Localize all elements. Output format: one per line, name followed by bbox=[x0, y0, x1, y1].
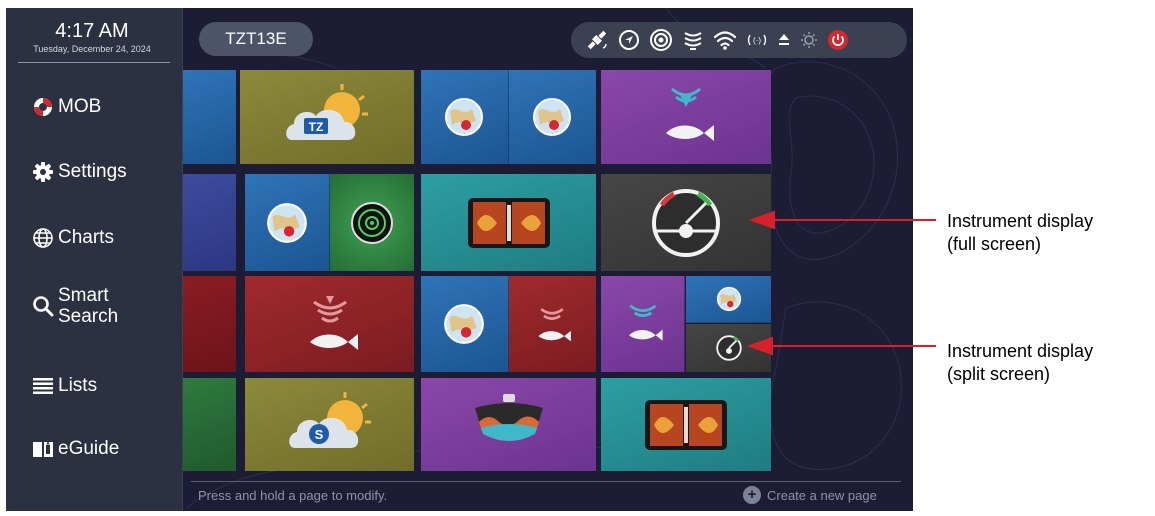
clock: 4:17 AM Tuesday, December 24, 2024 bbox=[6, 20, 178, 54]
sidebar-item-label: eGuide bbox=[58, 438, 120, 459]
brightness-icon bbox=[800, 31, 818, 49]
page-tile[interactable] bbox=[183, 70, 236, 164]
sidebar-item-label: Search bbox=[58, 306, 119, 327]
globe-icon bbox=[32, 227, 54, 249]
fish-finder-icon bbox=[682, 29, 704, 51]
plus-icon: + bbox=[743, 486, 761, 504]
sidebar-item-label: MOB bbox=[58, 96, 102, 117]
navigation-icon bbox=[618, 29, 640, 51]
satellite-icon bbox=[585, 28, 609, 52]
chart-icon bbox=[533, 98, 572, 136]
svg-text:TZ: TZ bbox=[309, 120, 324, 134]
lifebuoy-icon bbox=[32, 96, 54, 118]
device-screen: TZ S 4:17 AM Tuesday, December 24, 2024 … bbox=[6, 8, 913, 511]
callout-line: Instrument display bbox=[947, 211, 1094, 231]
svg-text:(·): (·) bbox=[753, 36, 761, 45]
gear-icon bbox=[32, 161, 54, 183]
timezero-app-icon: TZ bbox=[286, 84, 368, 140]
sidebar-item-settings[interactable]: Settings bbox=[32, 161, 127, 183]
fish-finder-icon bbox=[309, 296, 358, 350]
page-tile-chart-radar[interactable] bbox=[245, 174, 414, 271]
callout-instrument-full: Instrument display (full screen) bbox=[947, 210, 1093, 256]
page-tile-smart-app[interactable]: S bbox=[245, 378, 414, 471]
create-page-button[interactable]: + Create a new page bbox=[743, 486, 877, 504]
sidebar-item-label: Lists bbox=[58, 375, 98, 396]
chart-icon bbox=[444, 304, 485, 344]
create-page-label: Create a new page bbox=[767, 487, 877, 503]
sidebar: 4:17 AM Tuesday, December 24, 2024 MOB S… bbox=[6, 8, 183, 511]
connection-icon bbox=[777, 32, 791, 48]
sidebar-item-label: Smart bbox=[58, 285, 109, 306]
callout-line: (full screen) bbox=[947, 234, 1042, 254]
page-tile-sonar[interactable] bbox=[421, 174, 596, 271]
sidebar-item-lists[interactable]: Lists bbox=[32, 375, 97, 397]
callout-line: (split screen) bbox=[947, 364, 1051, 384]
page-tile[interactable] bbox=[183, 378, 236, 471]
sidebar-item-label: Charts bbox=[58, 227, 114, 248]
sonar-icon bbox=[645, 399, 727, 450]
list-icon bbox=[32, 375, 54, 397]
sidebar-item-smart-search[interactable]: Smart Search bbox=[32, 285, 118, 327]
sidebar-item-eguide[interactable]: eGuide bbox=[32, 438, 119, 460]
sidebar-item-mob[interactable]: MOB bbox=[32, 96, 101, 118]
search-icon bbox=[32, 295, 54, 317]
svg-text:S: S bbox=[314, 427, 323, 442]
page-tile-dual-chart[interactable] bbox=[421, 70, 596, 164]
sidebar-item-label: Settings bbox=[58, 161, 127, 182]
smart-app-icon: S bbox=[288, 391, 371, 448]
signal-icon: (·) bbox=[746, 33, 768, 47]
fish-finder-icon bbox=[538, 308, 572, 342]
radar-icon bbox=[350, 201, 393, 244]
chart-icon bbox=[716, 286, 741, 312]
callout-line: Instrument display bbox=[947, 341, 1094, 361]
chart-icon bbox=[445, 98, 484, 136]
status-bar[interactable]: (·) bbox=[571, 22, 907, 58]
power-icon[interactable] bbox=[827, 29, 849, 51]
footer-divider bbox=[191, 481, 901, 482]
fish-finder-icon bbox=[666, 87, 714, 141]
page-tile[interactable] bbox=[183, 174, 236, 271]
clock-time: 4:17 AM bbox=[55, 20, 129, 42]
gauge-icon bbox=[715, 335, 742, 361]
callout-instrument-split: Instrument display (split screen) bbox=[947, 340, 1093, 386]
sonar-icon bbox=[467, 197, 550, 248]
page-tile-sonar[interactable] bbox=[601, 378, 771, 471]
page-tile-chart-fish-finder[interactable] bbox=[421, 276, 596, 372]
page-tile-instrument-split[interactable] bbox=[601, 276, 771, 372]
page-tile[interactable] bbox=[183, 276, 236, 372]
page-tile-3d-sounder[interactable] bbox=[421, 378, 596, 471]
3d-sounder-icon bbox=[474, 393, 543, 441]
gauge-icon bbox=[652, 188, 720, 257]
page-tile-fish-finder[interactable] bbox=[245, 276, 414, 372]
page-tile-instrument-full[interactable] bbox=[601, 174, 771, 271]
divider bbox=[18, 62, 170, 63]
footer-hint: Press and hold a page to modify. bbox=[198, 488, 388, 503]
wifi-icon bbox=[713, 29, 737, 51]
page-tile-fish-finder[interactable] bbox=[601, 70, 771, 164]
page-tile-timezero[interactable]: TZ bbox=[240, 70, 414, 164]
clock-date: Tuesday, December 24, 2024 bbox=[33, 44, 151, 54]
model-badge[interactable]: TZT13E bbox=[199, 22, 313, 56]
sidebar-item-charts[interactable]: Charts bbox=[32, 227, 114, 249]
book-icon bbox=[32, 438, 54, 460]
radar-icon bbox=[649, 28, 673, 52]
fish-finder-icon bbox=[628, 304, 663, 341]
chart-icon bbox=[266, 202, 307, 243]
